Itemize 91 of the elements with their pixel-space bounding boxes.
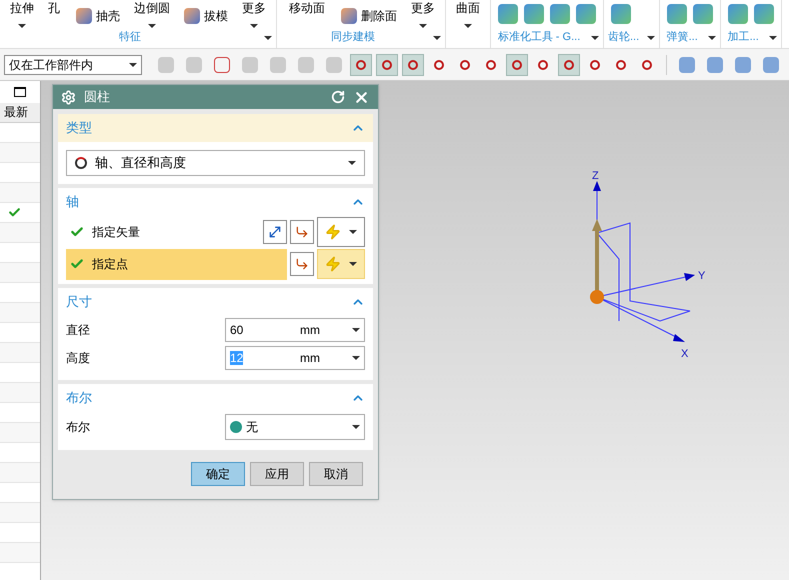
ribbon-group-label: 特征 [118, 30, 142, 46]
selection-step[interactable]: 指定矢量 [66, 216, 260, 248]
dimension-field[interactable]: 12 mm [225, 346, 365, 370]
column-header: 最新 [0, 103, 40, 123]
constructor-button[interactable] [290, 252, 314, 276]
dialog-button[interactable]: 取消 [309, 462, 363, 486]
tool-icon[interactable] [576, 4, 596, 24]
tool-icon[interactable] [550, 4, 570, 24]
caret-icon [352, 328, 360, 332]
ribbon-button[interactable]: 移动面 [281, 0, 333, 16]
caret-icon [769, 36, 778, 40]
boolean-icon [230, 421, 242, 433]
caret-icon [647, 36, 656, 40]
constructor-button[interactable] [290, 220, 314, 244]
ribbon-button[interactable]: 孔 [40, 0, 68, 16]
caret-icon [352, 356, 360, 360]
axis-label: Z [592, 171, 599, 182]
inferred-dropdown[interactable] [317, 217, 365, 247]
ribbon-dropdown-button[interactable]: 拉伸 [4, 0, 40, 28]
ribbon-dropdown-button[interactable]: 更多 [236, 0, 272, 28]
tool-icon[interactable] [728, 4, 748, 24]
field-label: 高度 [66, 350, 91, 367]
ribbon-group-label: 同步建模 [330, 30, 376, 46]
dialog-button[interactable]: 确定 [191, 462, 245, 486]
bent-arrow-icon [295, 257, 309, 271]
field-label: 布尔 [66, 419, 91, 436]
caret-icon [129, 62, 137, 66]
snap-tool-button[interactable] [558, 54, 580, 76]
dimension-field[interactable]: 60 mm [225, 318, 365, 342]
field-label: 直径 [66, 322, 91, 339]
diagonal-arrow-icon [267, 224, 283, 240]
ribbon-dropdown-button[interactable]: 边倒圆 [128, 0, 176, 28]
selection-step[interactable]: 指定点 [66, 248, 287, 280]
snap-tool-button[interactable] [350, 54, 372, 76]
view-tool-icon[interactable] [763, 56, 779, 72]
ribbon-button[interactable]: 抽壳 [68, 8, 128, 24]
caret-icon [18, 24, 26, 28]
caret-icon [708, 36, 716, 40]
bent-arrow-icon [295, 225, 309, 239]
section-title: 布尔 [66, 389, 92, 408]
caret-icon [348, 161, 356, 165]
tool-icon[interactable] [524, 4, 544, 24]
reset-icon[interactable] [331, 90, 345, 104]
tool-icon[interactable] [611, 4, 631, 24]
snap-tool-button[interactable] [506, 54, 528, 76]
view-tool-icon[interactable] [707, 56, 723, 72]
caret-icon [464, 24, 472, 28]
dialog-button[interactable]: 应用 [250, 462, 304, 486]
tool-icon [341, 8, 357, 24]
ribbon-button[interactable]: 拔模 [176, 8, 236, 24]
check-icon [70, 225, 84, 239]
lightning-icon [325, 224, 341, 240]
tool-icon[interactable] [754, 4, 774, 24]
ribbon-button[interactable]: 删除面 [333, 8, 405, 24]
tool-icon[interactable] [498, 4, 518, 24]
tool-icon[interactable] [214, 56, 230, 72]
caret-icon [352, 425, 360, 429]
dialog-title: 圆柱 [84, 88, 111, 106]
section-title: 尺寸 [66, 293, 92, 312]
ribbon-group-label: 加工... [726, 30, 760, 46]
view-tool-icon[interactable] [735, 56, 751, 72]
maximize-icon[interactable] [14, 87, 26, 97]
type-dropdown[interactable]: 轴、直径和高度 [66, 150, 365, 176]
ribbon-dropdown-button[interactable]: 更多 [405, 0, 441, 28]
section-title: 轴 [66, 193, 79, 212]
reverse-direction-button[interactable] [263, 220, 287, 244]
ribbon-group-label: 齿轮... [608, 30, 640, 46]
settings-icon[interactable] [61, 90, 76, 104]
cylinder-icon [75, 157, 87, 169]
axis-label: X [681, 348, 688, 360]
tool-icon[interactable] [693, 4, 714, 24]
ribbon-group-label: 弹簧... [666, 30, 699, 46]
check-icon [70, 257, 84, 271]
tool-icon [184, 8, 200, 24]
caret-icon [591, 36, 599, 40]
caret-icon [349, 230, 357, 234]
ribbon-dropdown-button[interactable]: 曲面 [450, 0, 486, 28]
caret-icon [349, 262, 357, 266]
snap-tool-button[interactable] [376, 54, 398, 76]
check-icon [8, 206, 21, 219]
axis-label: Y [698, 270, 706, 282]
selection-filter-dropdown[interactable]: 仅在工作部件内 [4, 54, 142, 74]
boolean-dropdown[interactable]: 无 [225, 414, 365, 440]
caret-icon [148, 24, 156, 28]
tool-icon[interactable] [667, 4, 688, 24]
ribbon-group-label: 标准化工具 - G... [496, 30, 582, 46]
view-tool-icon[interactable] [679, 56, 695, 72]
snap-tool-button[interactable] [402, 54, 424, 76]
section-title: 类型 [66, 119, 92, 138]
lightning-icon [325, 256, 341, 272]
tool-icon [76, 8, 92, 24]
